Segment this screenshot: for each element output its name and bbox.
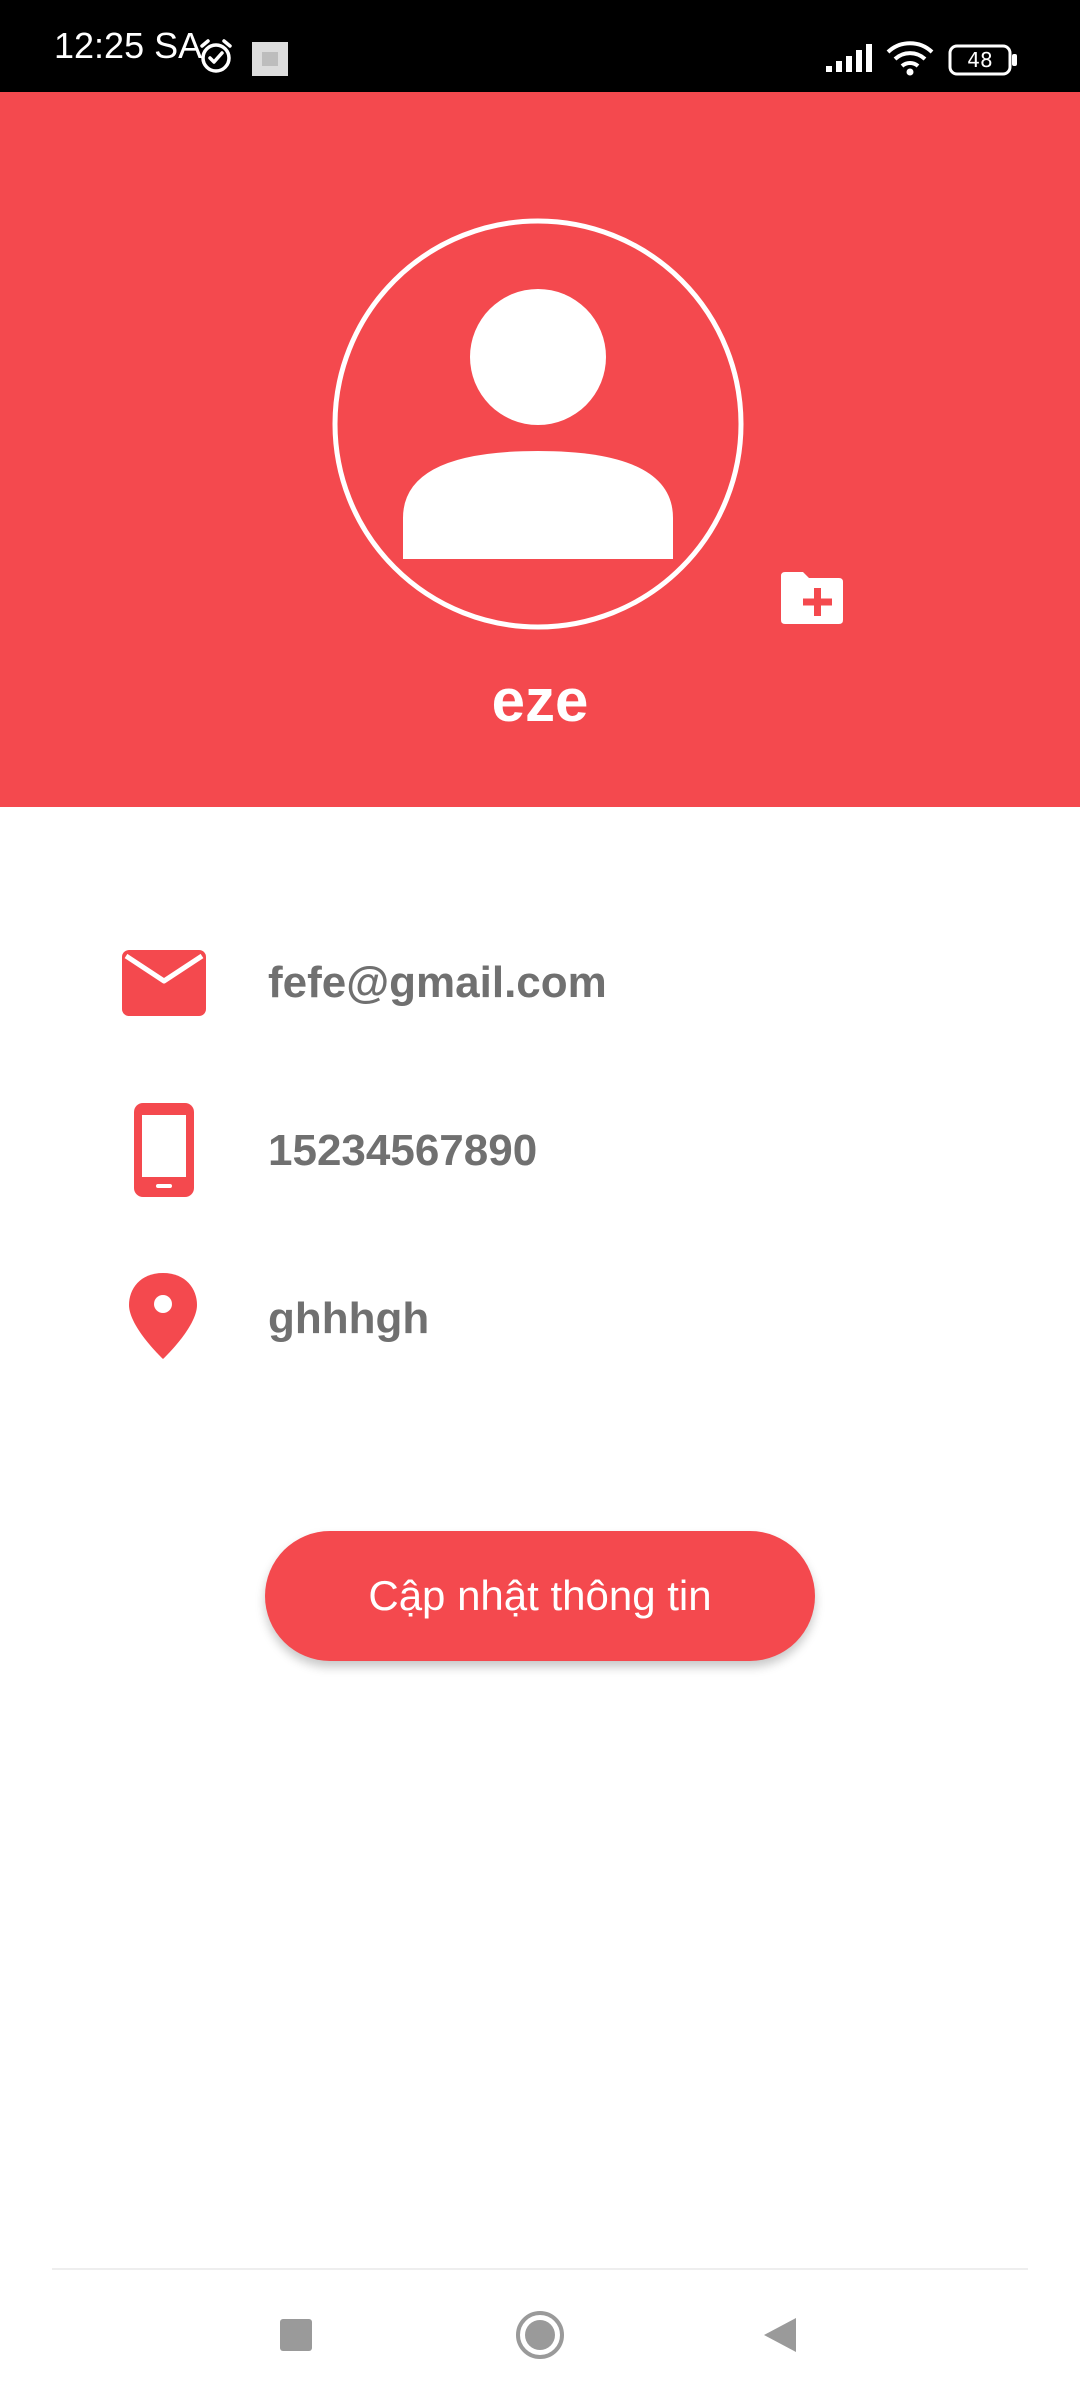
phone-icon <box>116 1091 216 1211</box>
address-text: ghhhgh <box>268 1294 430 1343</box>
phone-row: 15234567890 <box>0 1091 1080 1211</box>
update-info-button[interactable]: Cập nhật thông tin <box>265 1531 815 1661</box>
status-bar: 12:25 SA 48 <box>0 0 1080 92</box>
person-avatar-icon[interactable] <box>332 218 744 630</box>
address-row: ghhhgh <box>0 1259 1080 1379</box>
triangle-back-icon[interactable] <box>760 2315 800 2360</box>
wifi-icon <box>886 40 934 81</box>
username: eze <box>491 667 589 734</box>
signal-icon <box>826 42 876 77</box>
image-notification-icon <box>252 42 288 81</box>
square-icon[interactable] <box>278 2317 314 2358</box>
circle-icon[interactable] <box>514 2309 566 2366</box>
battery-icon: 48 <box>948 44 1018 81</box>
email-row: fefe@gmail.com <box>0 923 1080 1043</box>
status-time: 12:25 SA <box>54 25 203 66</box>
email-icon <box>116 923 216 1043</box>
location-pin-icon <box>116 1259 216 1379</box>
system-nav-bar <box>0 2270 1080 2400</box>
alarm-icon <box>198 38 234 79</box>
folder-plus-icon[interactable] <box>777 568 847 628</box>
email-text: fefe@gmail.com <box>268 958 607 1007</box>
profile-header: eze <box>0 92 1080 807</box>
battery-level: 48 <box>967 48 992 72</box>
phone-text: 15234567890 <box>268 1126 538 1175</box>
